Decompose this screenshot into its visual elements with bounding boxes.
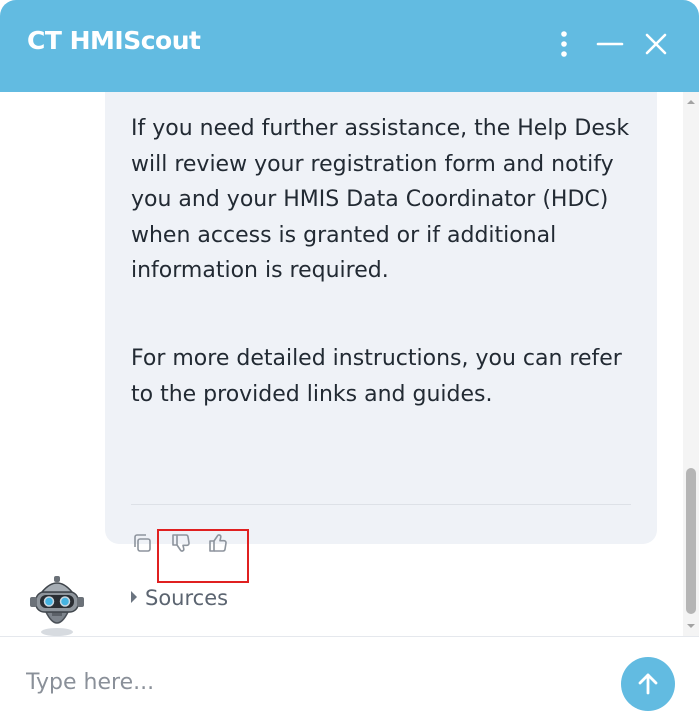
minimize-icon bbox=[596, 42, 624, 46]
robot-icon bbox=[30, 576, 84, 636]
menu-button[interactable] bbox=[544, 24, 584, 64]
copy-icon bbox=[134, 534, 151, 552]
bot-message-bubble: If you need further assistance, the Help… bbox=[105, 92, 657, 552]
caret-right-icon bbox=[131, 591, 137, 603]
close-icon bbox=[645, 33, 667, 55]
send-button[interactable] bbox=[621, 657, 675, 711]
scrollbar-thumb[interactable] bbox=[686, 468, 696, 614]
message-paragraph: For more detailed instructions, you can … bbox=[131, 346, 622, 407]
sources-toggle[interactable]: Sources bbox=[131, 586, 228, 610]
scrollbar[interactable] bbox=[683, 92, 699, 636]
composer bbox=[0, 636, 699, 725]
copy-button[interactable] bbox=[131, 532, 153, 554]
app-title: CT HMIScout bbox=[27, 26, 201, 55]
chat-window: CT HMIScout If you need further assistan… bbox=[0, 0, 699, 725]
kebab-menu-icon bbox=[561, 31, 567, 57]
message-paragraph: If you need further assistance, the Help… bbox=[131, 116, 630, 283]
message-input[interactable] bbox=[14, 651, 618, 713]
scroll-up-arrow-icon[interactable] bbox=[683, 94, 699, 110]
scroll-down-arrow-icon[interactable] bbox=[683, 618, 699, 634]
thumbs-up-icon bbox=[209, 534, 227, 552]
arrow-up-icon bbox=[638, 673, 658, 695]
dislike-button[interactable] bbox=[170, 532, 192, 554]
message-list[interactable]: If you need further assistance, the Help… bbox=[0, 92, 683, 636]
sources-label: Sources bbox=[145, 586, 229, 610]
minimize-button[interactable] bbox=[590, 24, 630, 64]
thumbs-down-icon bbox=[172, 534, 190, 552]
message-divider bbox=[131, 504, 631, 505]
like-button[interactable] bbox=[207, 532, 229, 554]
close-button[interactable] bbox=[636, 24, 676, 64]
robot-avatar bbox=[26, 572, 88, 636]
title-bar: CT HMIScout bbox=[0, 0, 699, 92]
